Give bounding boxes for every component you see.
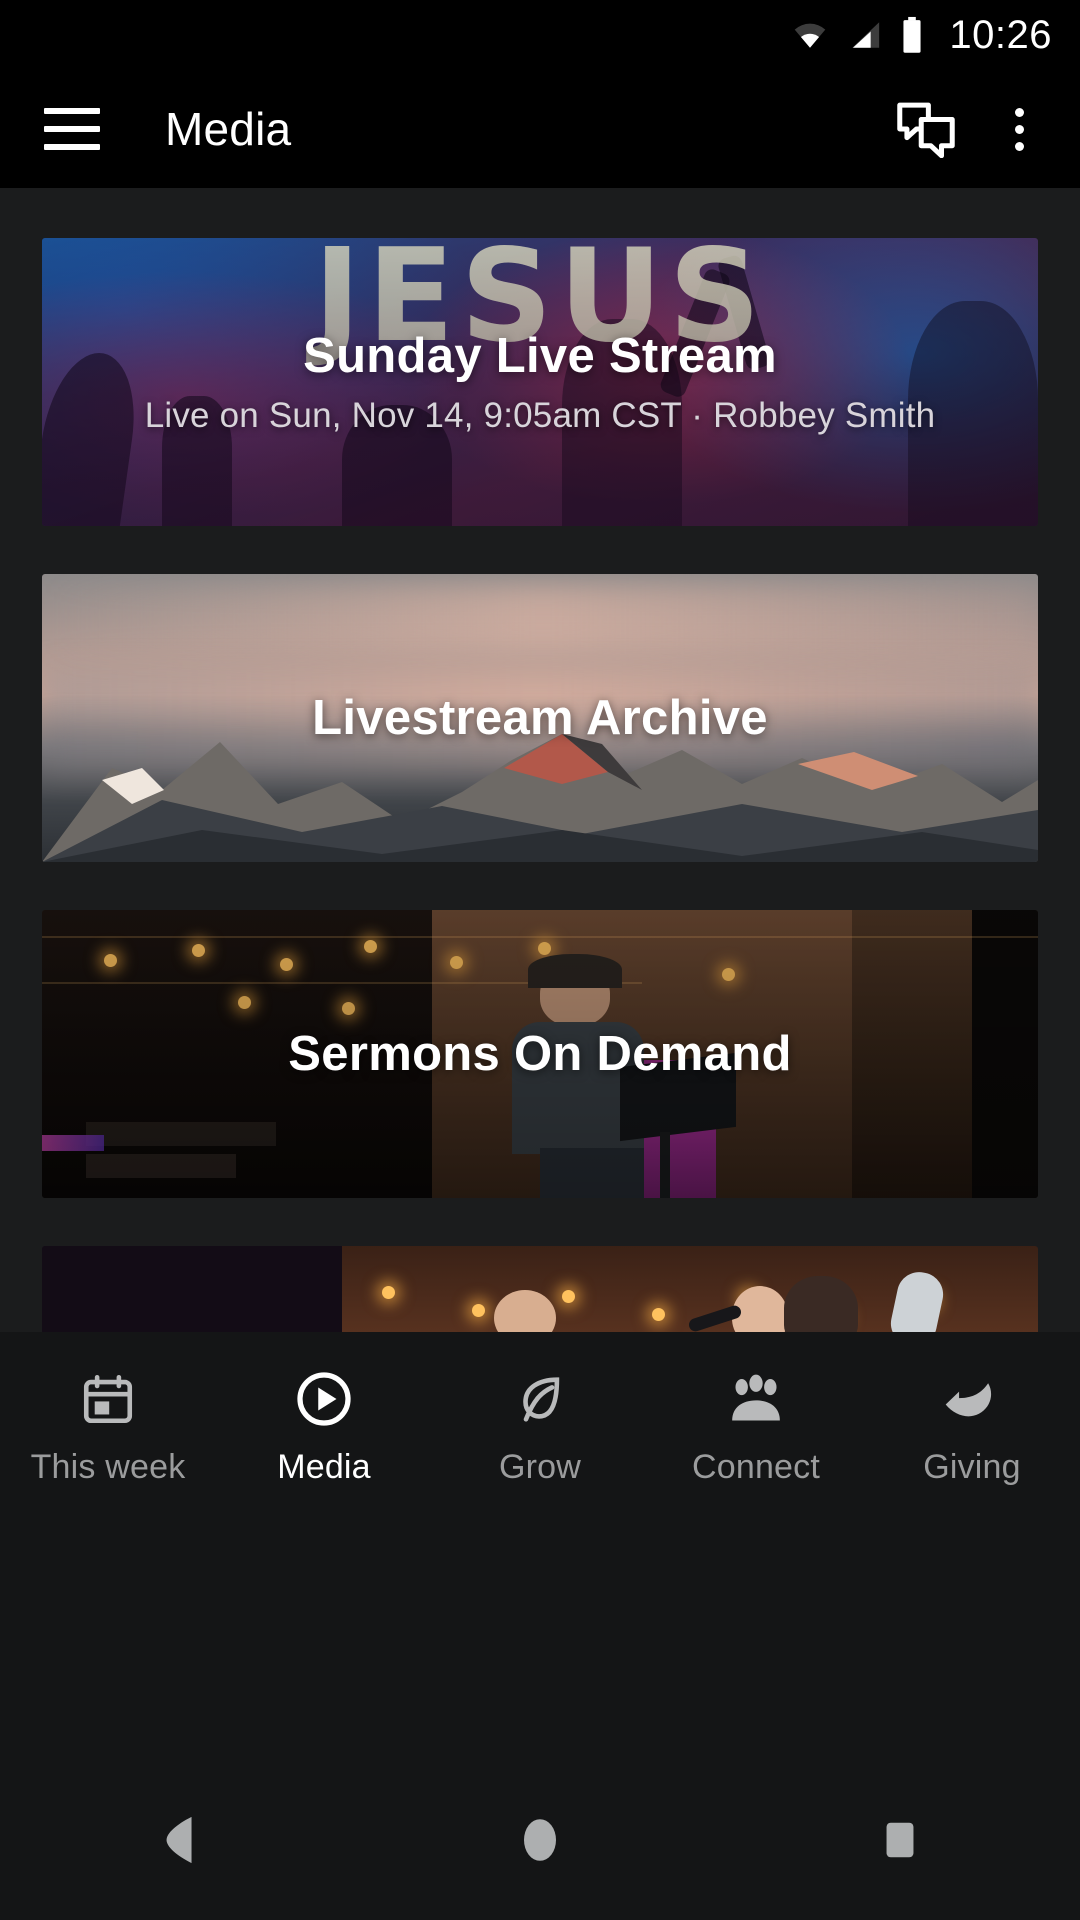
card-subtitle: Live on Sun, Nov 14, 9:05am CST · Robbey… <box>144 396 936 435</box>
status-bar: 10:26 <box>0 0 1080 70</box>
bottom-navigation-bar: This week Media Grow Connect Giving <box>0 1332 1080 1760</box>
back-triangle-icon[interactable] <box>100 1760 260 1920</box>
nav-item-this-week[interactable]: This week <box>0 1368 216 1487</box>
recents-square-icon[interactable] <box>820 1760 980 1920</box>
page-title: Media <box>165 103 292 155</box>
nav-label: This week <box>30 1448 186 1486</box>
chat-bubbles-icon[interactable] <box>895 100 957 158</box>
phone-screen: 10:26 Media Sunday Live Stream Live on S… <box>0 0 1080 1920</box>
media-card-list[interactable]: JESUS Sunday Live Stream Live on Sun, No… <box>0 188 1080 1332</box>
home-circle-icon[interactable] <box>460 1760 620 1920</box>
media-card-worship-partial[interactable] <box>42 1246 1038 1332</box>
media-card-sunday-live-stream[interactable]: JESUS Sunday Live Stream Live on Sun, No… <box>42 238 1038 526</box>
cellular-signal-icon <box>845 18 885 52</box>
nav-item-connect[interactable]: Connect <box>648 1368 864 1487</box>
giving-hand-icon <box>942 1368 1002 1430</box>
nav-label: Media <box>277 1448 371 1486</box>
nav-label: Connect <box>691 1448 821 1486</box>
card-title: Sermons On Demand <box>288 1027 792 1081</box>
nav-item-grow[interactable]: Grow <box>432 1368 648 1487</box>
status-time: 10:26 <box>949 12 1052 57</box>
wifi-icon <box>789 18 831 52</box>
nav-item-media[interactable]: Media <box>216 1368 432 1487</box>
card-title: Livestream Archive <box>312 691 768 745</box>
overflow-menu-icon[interactable] <box>1005 100 1034 159</box>
nav-label: Grow <box>498 1448 582 1486</box>
leaf-icon <box>511 1368 569 1430</box>
app-bar-actions <box>895 100 1034 159</box>
app-bar: Media <box>0 70 1080 188</box>
android-system-navigation-bar <box>0 1760 1080 1920</box>
card-title: Sunday Live Stream <box>303 329 777 383</box>
battery-icon <box>899 16 925 54</box>
people-group-icon <box>725 1368 787 1430</box>
play-circle-icon <box>294 1368 354 1430</box>
worship-singers-artwork <box>42 1246 1038 1332</box>
hamburger-menu-icon[interactable] <box>44 108 100 150</box>
media-card-sermons-on-demand[interactable]: Sermons On Demand <box>42 910 1038 1198</box>
calendar-icon <box>79 1368 137 1430</box>
nav-item-giving[interactable]: Giving <box>864 1368 1080 1487</box>
media-card-livestream-archive[interactable]: Livestream Archive <box>42 574 1038 862</box>
nav-label: Giving <box>923 1448 1021 1486</box>
